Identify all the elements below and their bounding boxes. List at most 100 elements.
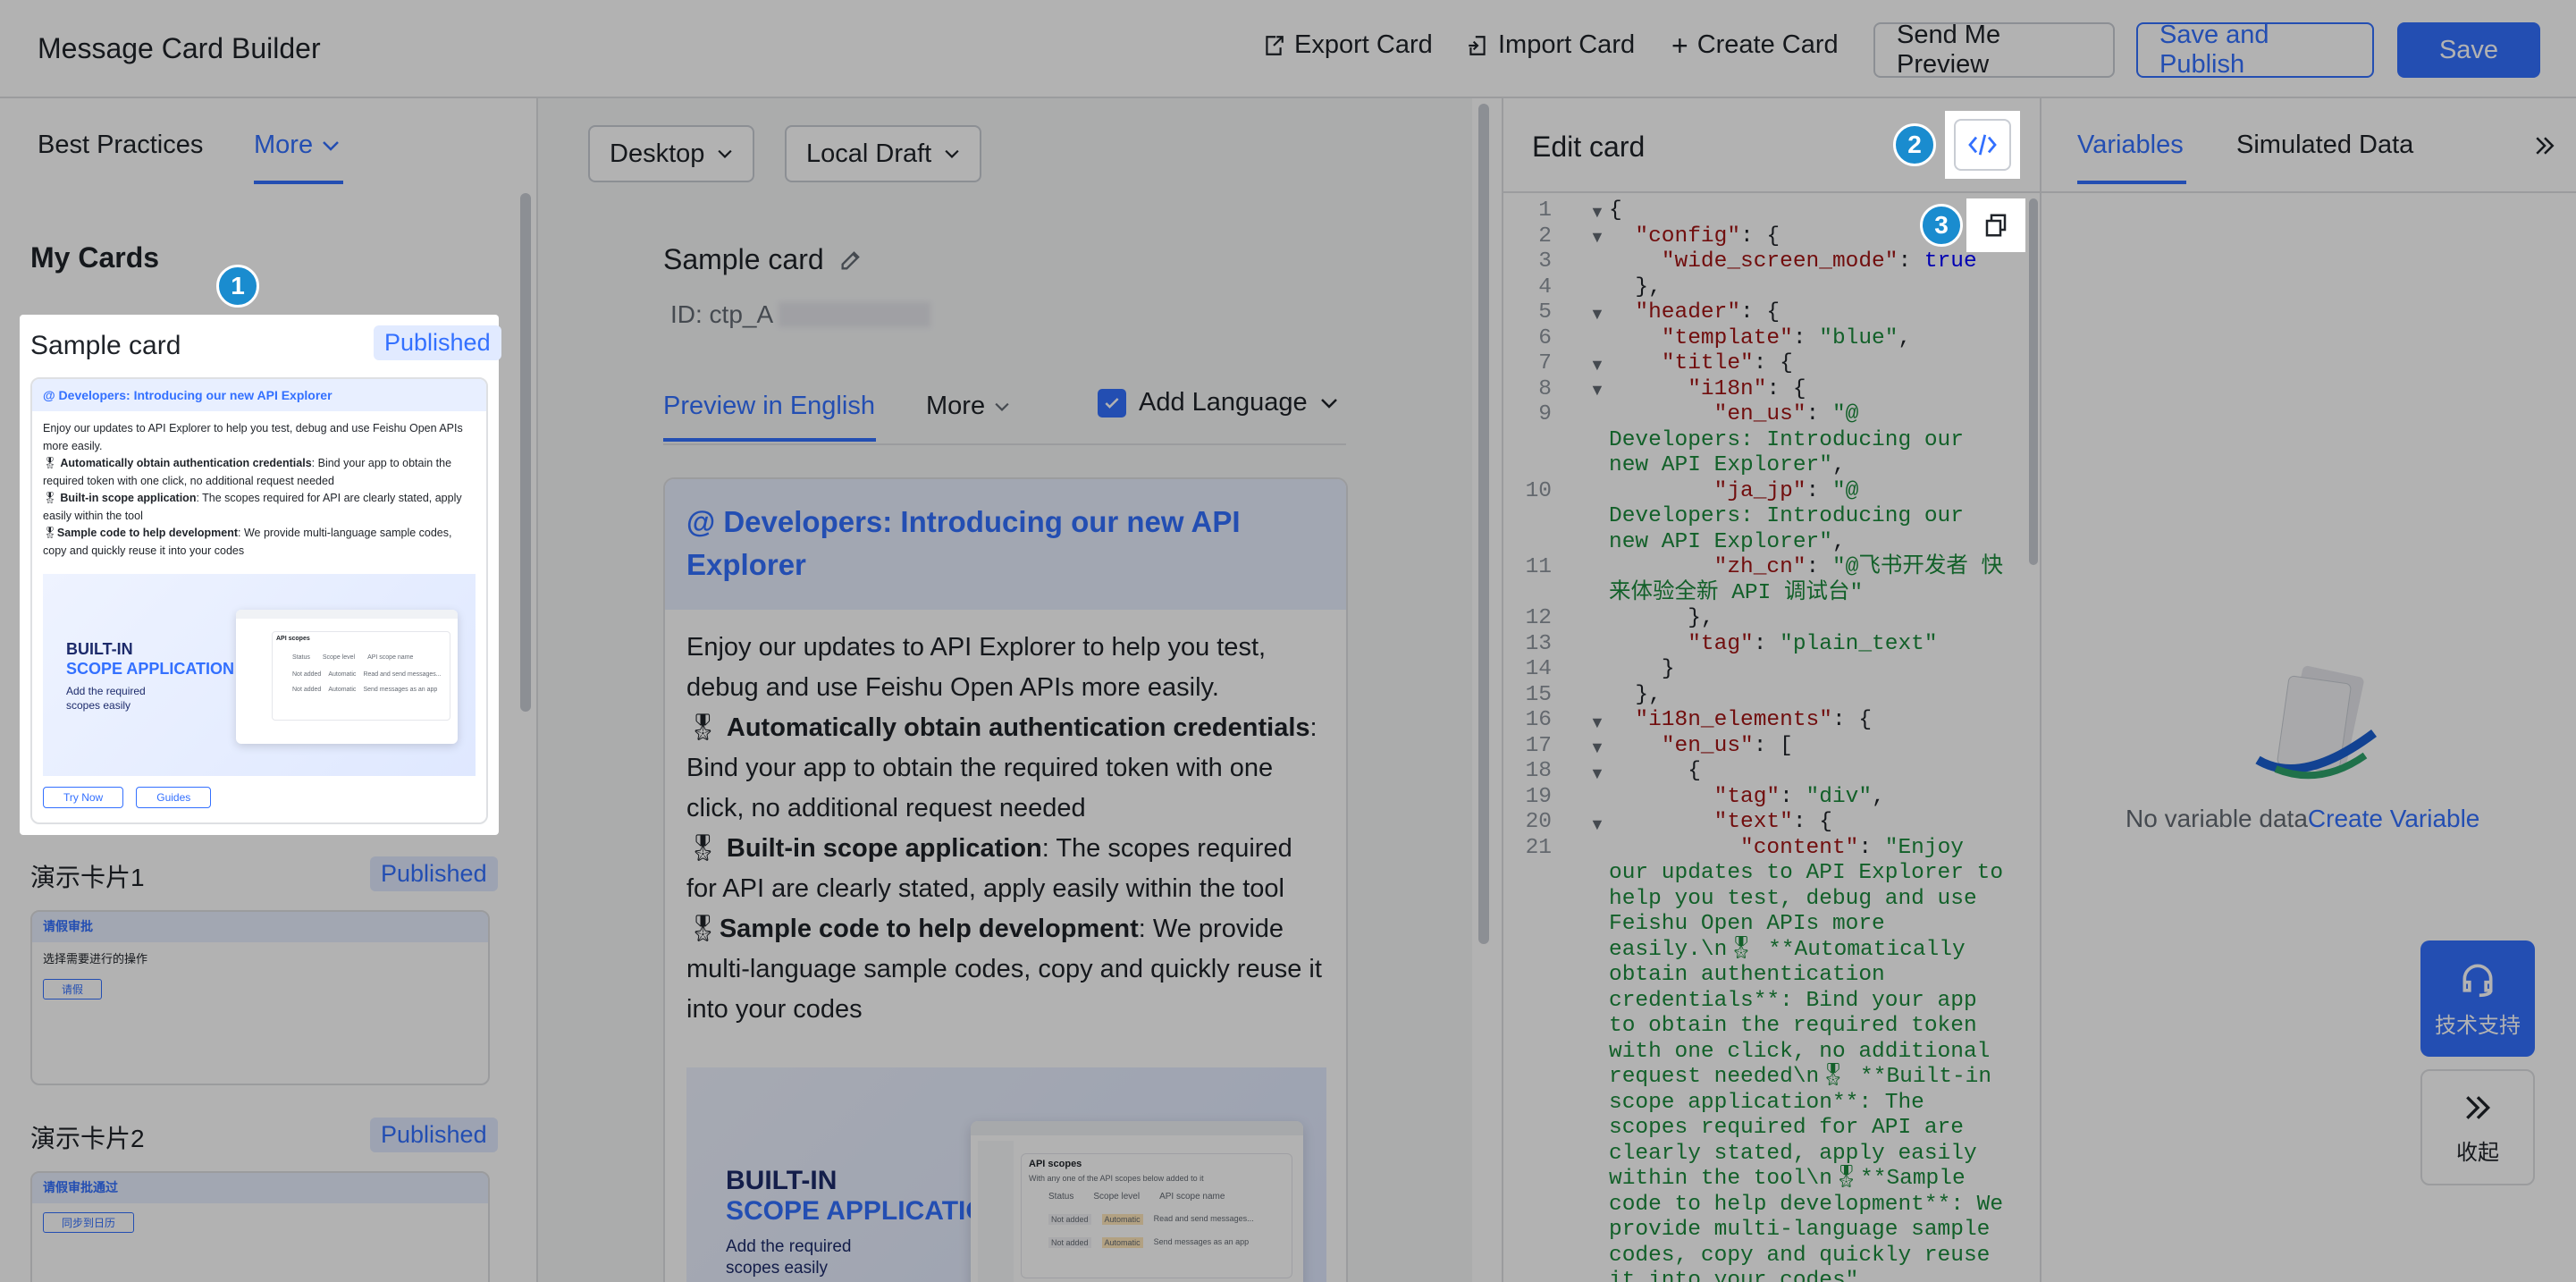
fold-caret-icon[interactable]: ▼: [1589, 381, 1605, 400]
medal-icon: 🎖: [43, 527, 57, 539]
col-level: Scope level: [322, 654, 356, 661]
highlighted-sample-card[interactable]: Sample card Published @ Developers: Intr…: [20, 315, 501, 835]
line-number: 20: [1525, 810, 1552, 834]
preview-intro: Enjoy our updates to API Explorer to hel…: [686, 633, 1267, 702]
banner-line2: SCOPE APPLICATION: [726, 1196, 1006, 1226]
fold-caret-icon[interactable]: ▼: [1589, 356, 1605, 375]
double-chevron-right-icon[interactable]: [2531, 132, 2558, 159]
line-number: 9: [1538, 402, 1552, 426]
thumb-bullet: 🎖Sample code to help development: We pro…: [43, 525, 476, 560]
code-view-toggle-button[interactable]: [1945, 111, 2020, 179]
scrollbar[interactable]: [520, 193, 531, 712]
tab-more[interactable]: More: [254, 131, 340, 160]
panel-divider: [2041, 191, 2576, 193]
bullet-title: Built-in scope application: [60, 492, 197, 504]
code-icon: [1968, 134, 1997, 156]
thumb-bullet: 🎖 Built-in scope application: The scopes…: [43, 490, 476, 525]
card-preview: @ Developers: Introducing our new API Ex…: [663, 477, 1348, 1282]
card-id-text: ID: ctp_A: [670, 300, 774, 328]
draft-dropdown[interactable]: Local Draft: [785, 125, 982, 182]
banner-dialog-row: Not added Automatic Send messages as an ap…: [276, 687, 446, 693]
copy-code-button[interactable]: [1966, 198, 2025, 252]
code-view-inner: [1954, 119, 2011, 171]
card-thumbnail[interactable]: 请假审批 选择需要进行的操作 请假: [30, 910, 490, 1085]
fold-caret-icon[interactable]: ▼: [1589, 203, 1605, 222]
save-button[interactable]: Save: [2397, 22, 2540, 78]
create-card-label: Create Card: [1696, 30, 1839, 59]
card-title: Sample card: [663, 243, 824, 275]
row-status: Not added: [1048, 1214, 1091, 1225]
tab-more[interactable]: More: [926, 392, 1010, 421]
thumb-body: 选择需要进行的操作: [43, 952, 148, 966]
device-dropdown[interactable]: Desktop: [588, 125, 755, 182]
code-content[interactable]: { "config": { "wide_screen_mode": true }…: [1609, 198, 2011, 1282]
banner-window: API scopes With any one of the API scope…: [971, 1121, 1303, 1282]
plus-icon: +: [1671, 29, 1688, 62]
fold-caret-icon[interactable]: ▼: [1589, 764, 1605, 783]
fold-caret-icon[interactable]: ▼: [1589, 738, 1605, 757]
save-and-publish-button[interactable]: Save and Publish: [2136, 21, 2374, 79]
check-icon: [1105, 397, 1119, 409]
chevron-down-icon: [995, 402, 1009, 411]
tab-more-label: More: [926, 392, 986, 420]
edit-icon[interactable]: [838, 248, 863, 273]
collapse-button[interactable]: 收起: [2420, 1069, 2535, 1185]
tech-support-button[interactable]: 技术支持: [2420, 940, 2535, 1057]
copy-icon: [1985, 214, 2007, 237]
line-number: 8: [1538, 376, 1552, 401]
try-now-button: Try Now: [43, 787, 124, 808]
add-language-control[interactable]: Add Language: [1098, 388, 1338, 417]
thumb-body: Enjoy our updates to API Explorer to hel…: [32, 411, 486, 569]
preview-area: Desktop Local Draft Sample card ID: ctp_…: [538, 98, 1472, 1282]
fold-caret-icon[interactable]: ▼: [1589, 228, 1605, 247]
tab-preview-english[interactable]: Preview in English: [663, 392, 875, 421]
tab-simulated-data[interactable]: Simulated Data: [2236, 131, 2413, 160]
medal-icon: 🎖: [686, 834, 720, 863]
banner-dialog-header: Status Scope level API scope name: [1022, 1183, 1292, 1205]
chevron-down-icon: [718, 149, 733, 158]
col-level: Scope level: [1093, 1192, 1141, 1202]
preview-body: Enjoy our updates to API Explorer to hel…: [665, 610, 1346, 1030]
col-name: API scope name: [367, 654, 414, 661]
medal-icon: 🎖: [686, 915, 720, 943]
fold-caret-icon[interactable]: ▼: [1589, 815, 1605, 834]
export-card-button[interactable]: Export Card: [1262, 30, 1433, 60]
card-thumbnail[interactable]: 请假审批通过 同步到日历: [30, 1171, 490, 1282]
medal-icon: 🎖: [686, 713, 720, 742]
chevron-down-icon: [323, 140, 339, 151]
create-card-button[interactable]: + Create Card: [1671, 30, 1839, 60]
scrollbar[interactable]: [1478, 104, 1489, 944]
guides-button: Guides: [136, 787, 212, 808]
tab-variables[interactable]: Variables: [2077, 131, 2184, 160]
banner-dialog-row: Not added Automatic Read and send messages…: [1022, 1205, 1292, 1228]
banner-window-bar: [971, 1121, 1303, 1135]
banner-line1: BUILT-IN: [726, 1166, 838, 1195]
row-name: Send messages as an app: [363, 687, 438, 693]
collapse-label: 收起: [2456, 1140, 2499, 1165]
thumb-bullet: 🎖 Automatically obtain authentication cr…: [43, 455, 476, 490]
checkbox[interactable]: [1098, 388, 1126, 417]
export-card-label: Export Card: [1294, 30, 1433, 59]
editor-divider: [1503, 191, 2041, 193]
import-icon: [1469, 35, 1486, 55]
import-card-button[interactable]: Import Card: [1466, 30, 1635, 60]
fold-caret-icon[interactable]: ▼: [1589, 713, 1605, 732]
col-status: Status: [292, 654, 310, 661]
send-preview-button[interactable]: Send Me Preview: [1873, 21, 2115, 79]
thumb-button: 同步到日历: [43, 1212, 135, 1233]
line-number: 4: [1538, 274, 1552, 299]
tab-underline: [663, 438, 876, 442]
scrollbar[interactable]: [2029, 198, 2038, 565]
tab-best-practices[interactable]: Best Practices: [38, 131, 203, 160]
fold-caret-icon[interactable]: ▼: [1589, 305, 1605, 324]
banner-line4: scopes easily: [726, 1259, 829, 1278]
create-variable-link[interactable]: Create Variable: [2308, 805, 2479, 833]
tab-more-label: More: [254, 131, 314, 159]
row-status: Not added: [292, 671, 322, 678]
line-number: 16: [1525, 708, 1552, 732]
col-status: Status: [1048, 1192, 1074, 1202]
preview-bullet: 🎖Sample code to help development: We pro…: [686, 909, 1325, 1030]
row-status: Not added: [1048, 1237, 1091, 1248]
line-number: 10: [1525, 478, 1552, 503]
thumb-intro: Enjoy our updates to API Explorer to hel…: [43, 422, 463, 452]
